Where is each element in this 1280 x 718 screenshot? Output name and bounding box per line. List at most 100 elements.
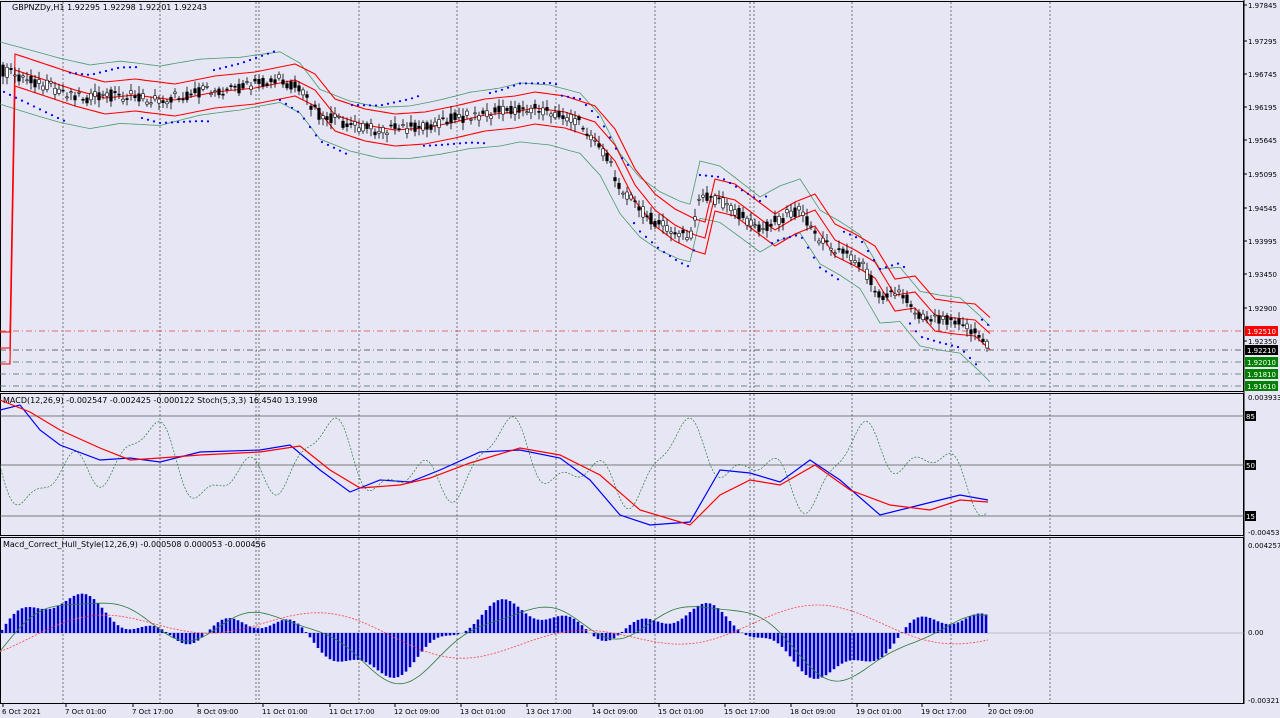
candle-bear <box>349 123 353 125</box>
histogram-bar <box>884 633 888 654</box>
time-label-15: 20 Oct 09:00 <box>988 708 1034 716</box>
candle-bear <box>169 96 173 103</box>
candle-bear <box>113 91 117 94</box>
candle-bull <box>213 90 217 93</box>
candle-bull <box>553 112 557 118</box>
histogram-bar <box>500 599 504 633</box>
histogram-bar <box>564 615 568 633</box>
histogram-bar <box>380 633 384 674</box>
histogram-bar <box>168 633 172 636</box>
candle-bear <box>605 152 609 162</box>
histogram-bar <box>544 619 548 633</box>
histogram-bar <box>568 616 572 633</box>
candle-bear <box>329 113 333 123</box>
histogram-bar <box>436 633 440 638</box>
sar-dot <box>176 121 180 124</box>
sar-dot <box>194 120 198 123</box>
sar-dot <box>236 62 240 66</box>
candle-bear <box>613 177 617 182</box>
candle-bear <box>305 94 309 98</box>
histogram-bar <box>812 633 816 679</box>
candle-bear <box>393 123 397 129</box>
histogram-bar <box>752 633 756 638</box>
candle-bear <box>953 320 957 325</box>
sar-dot <box>758 199 762 203</box>
candle-bull <box>529 107 533 114</box>
histogram-bar <box>476 619 480 633</box>
price-tick-label-0: 1.97845 <box>1248 2 1277 10</box>
chart-canvas[interactable]: 1.97845 1.97295 1.96745 1.96195 1.95645 1.950… <box>0 0 1280 718</box>
sar-dot <box>704 174 708 177</box>
sar-dot <box>602 125 606 128</box>
candle-bull <box>5 66 9 78</box>
candle-bull <box>913 312 917 315</box>
sar-dot <box>296 110 300 113</box>
sar-dot <box>320 140 324 144</box>
histogram-bar <box>240 622 244 633</box>
histogram-bar <box>48 608 52 633</box>
sar-dot <box>230 64 234 67</box>
candle-bull <box>141 93 145 100</box>
candle-bear <box>313 104 317 108</box>
histogram-bar <box>124 628 128 633</box>
candle-bull <box>381 127 385 134</box>
trading-chart-window[interactable]: 1.97845 1.97295 1.96745 1.96195 1.95645 1.950… <box>0 0 1280 718</box>
candle-bear <box>29 76 33 84</box>
time-label-3: 8 Oct 09:00 <box>197 708 238 716</box>
sar-dot <box>830 274 834 277</box>
candle-bull <box>745 217 749 226</box>
candle-bull <box>149 102 153 105</box>
candle-bull <box>749 219 753 227</box>
candle-bear <box>885 293 889 298</box>
candle-bull <box>817 240 821 244</box>
sar-dot <box>854 236 858 239</box>
histogram-bar <box>148 625 152 633</box>
histogram-bar <box>744 633 748 636</box>
candle-bear <box>877 291 881 298</box>
candle-bear <box>653 221 657 227</box>
sar-dot <box>470 141 474 144</box>
sar-dot <box>956 345 960 349</box>
histogram-bar <box>512 603 516 633</box>
candle-bear <box>949 317 953 321</box>
histogram-bar <box>892 633 896 644</box>
hist-top-value: 0.004257 <box>1248 542 1280 550</box>
histogram-bar <box>136 628 140 633</box>
histogram-bar <box>580 625 584 633</box>
histogram-bar <box>964 618 968 633</box>
sar-dot <box>110 68 114 71</box>
histogram-bar <box>528 616 532 633</box>
histogram-bar <box>432 633 436 640</box>
candle-bull <box>465 110 469 116</box>
candle-bear <box>937 315 941 324</box>
candle-bull <box>733 209 737 216</box>
candle-bear <box>309 105 313 110</box>
histogram-bar <box>540 619 544 633</box>
histogram-bar <box>484 610 488 633</box>
histogram-bar <box>600 633 604 641</box>
candle-bear <box>317 107 321 120</box>
histogram-bar <box>24 607 28 633</box>
histogram-bar <box>524 613 528 633</box>
histogram-bar <box>736 629 740 633</box>
histogram-bar <box>492 602 496 633</box>
sar-dot <box>188 120 192 123</box>
price-tick-label-9: 1.92900 <box>1248 305 1277 313</box>
sar-dot <box>716 175 720 178</box>
candle-bull <box>829 247 833 251</box>
candle-bear <box>269 78 273 83</box>
candle-bull <box>173 91 177 94</box>
candle-bear <box>85 97 89 104</box>
histogram-bar <box>72 595 76 633</box>
candle-bull <box>785 209 789 214</box>
sar-dot <box>260 54 264 57</box>
candle-bull <box>697 198 701 201</box>
time-label-9: 14 Oct 09:00 <box>592 708 638 716</box>
candle-bear <box>909 304 913 307</box>
histogram-bar <box>404 633 408 672</box>
histogram-bar <box>256 628 260 633</box>
histogram-bar <box>444 633 448 636</box>
candle-bull <box>809 225 813 228</box>
histogram-bar <box>360 633 364 661</box>
histogram-bar <box>456 633 460 635</box>
